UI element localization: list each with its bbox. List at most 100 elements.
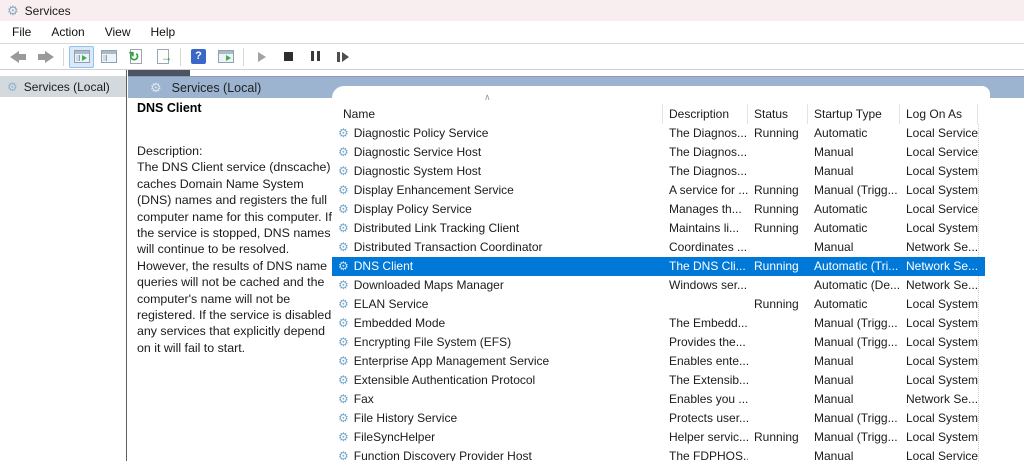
menu-help[interactable]: Help (141, 22, 186, 43)
export-list-button[interactable]: → (150, 46, 175, 68)
console-tree: ⚙ Services (Local) (0, 70, 127, 461)
refresh-button[interactable]: ↻ (123, 46, 148, 68)
service-log-on-as-cell: Local System (900, 333, 978, 352)
service-name: Fax (354, 392, 374, 406)
forward-button[interactable] (33, 46, 58, 68)
table-row[interactable]: ⚙Distributed Transaction CoordinatorCoor… (332, 238, 985, 257)
service-name-cell: ⚙Enterprise App Management Service (332, 352, 663, 371)
show-action-pane-button[interactable] (213, 46, 238, 68)
service-name-cell: ⚙ Fax (332, 390, 663, 409)
toolbar-separator (243, 48, 244, 66)
service-gear-icon: ⚙ (338, 145, 349, 159)
table-row[interactable]: ⚙FaxEnables you ...ManualNetwork Se... (332, 390, 985, 409)
sidebar-item-services-local[interactable]: ⚙ Services (Local) (0, 76, 126, 97)
table-row[interactable]: ⚙Encrypting File System (EFS)Provides th… (332, 333, 985, 352)
service-status-cell (748, 409, 808, 428)
column-header-description[interactable]: Description (663, 104, 748, 124)
service-description-cell: The DNS Cli... (663, 257, 748, 276)
service-name-cell: ⚙ FileSyncHelper (332, 428, 663, 447)
table-row[interactable]: ⚙Distributed Link Tracking ClientMaintai… (332, 219, 985, 238)
service-gear-icon: ⚙ (338, 240, 349, 254)
service-name: DNS Client (354, 259, 413, 273)
restart-service-button[interactable] (330, 46, 355, 68)
restart-icon (337, 50, 349, 64)
service-name-cell: ⚙ELAN Service (332, 295, 663, 314)
column-header-name[interactable]: Name (332, 104, 663, 124)
service-startup-type-cell: Automatic (De... (808, 276, 900, 295)
forward-arrow-icon (37, 51, 54, 63)
service-gear-icon: ⚙ (338, 297, 349, 311)
services-gear-icon: ⚙ (7, 3, 19, 19)
back-button[interactable] (6, 46, 31, 68)
service-status-cell (748, 162, 808, 181)
menubar: FileActionViewHelp (0, 21, 1024, 44)
service-startup-type-cell: Manual (808, 238, 900, 257)
table-row[interactable]: ⚙Display Policy ServiceManages th...Runn… (332, 200, 985, 219)
service-description-cell: The Diagnos... (663, 162, 748, 181)
service-gear-icon: ⚙ (338, 430, 349, 444)
service-name: Diagnostic Service Host (354, 145, 481, 159)
service-startup-type-cell: Manual (808, 143, 900, 162)
table-row[interactable]: ⚙Diagnostic Policy ServiceThe Diagnos...… (332, 124, 985, 143)
column-header-log-on-as[interactable]: Log On As (900, 104, 978, 124)
table-row[interactable]: ⚙Diagnostic Service HostThe Diagnos...Ma… (332, 143, 985, 162)
service-name-cell: ⚙Display Policy Service (332, 200, 663, 219)
sort-ascending-icon: ∧ (484, 92, 491, 103)
service-description-cell: Helper servic... (663, 428, 748, 447)
service-gear-icon: ⚙ (338, 392, 349, 406)
service-startup-type-cell: Manual (Trigg... (808, 409, 900, 428)
service-name-cell: ⚙Display Enhancement Service (332, 181, 663, 200)
service-startup-type-cell: Manual (808, 162, 900, 181)
service-name-cell: ⚙Distributed Transaction Coordinator (332, 238, 663, 257)
properties-button[interactable] (96, 46, 121, 68)
service-gear-icon: ⚙ (338, 221, 349, 235)
table-row[interactable]: ⚙Function Discovery Provider HostThe FDP… (332, 447, 985, 461)
service-name: FileSyncHelper (354, 430, 435, 444)
table-row[interactable]: ⚙ Diagnostic System Host The Diagnos... Man… (332, 162, 985, 181)
table-row[interactable]: ⚙Downloaded Maps ManagerWindows ser...Au… (332, 276, 985, 295)
table-row[interactable]: ⚙FileSyncHelperHelper servic...RunningMa… (332, 428, 985, 447)
toolbar-separator (180, 48, 181, 66)
description-text: The DNS Client service (dnscache) caches… (137, 159, 339, 356)
menu-view[interactable]: View (95, 22, 141, 43)
start-service-button[interactable] (249, 46, 274, 68)
window-title: Services (25, 4, 71, 18)
help-icon: ? (191, 49, 206, 64)
service-log-on-as-cell: Local Service (900, 124, 978, 143)
service-name: Extensible Authentication Protocol (354, 373, 535, 387)
column-header-startup-type[interactable]: Startup Type (808, 104, 900, 124)
table-row[interactable]: ⚙Extensible Authentication ProtocolThe E… (332, 371, 985, 390)
pane-header-label: Services (Local) (172, 81, 262, 95)
stop-service-button[interactable] (276, 46, 301, 68)
service-name-cell: ⚙ Diagnostic Service Host (332, 143, 663, 162)
help-button[interactable]: ? (186, 46, 211, 68)
show-console-tree-button[interactable] (69, 46, 94, 68)
service-startup-type-cell: Automatic (808, 200, 900, 219)
table-row[interactable]: ⚙File History ServiceProtects user...Man… (332, 409, 985, 428)
service-description-cell: Protects user... (663, 409, 748, 428)
service-gear-icon: ⚙ (338, 183, 349, 197)
table-row[interactable]: ⚙ELAN ServiceRunningAutomaticLocal Syste… (332, 295, 985, 314)
service-status-cell: Running (748, 181, 808, 200)
table-row[interactable]: ⚙Embedded ModeThe Embedd...Manual (Trigg… (332, 314, 985, 333)
service-name-cell: ⚙Encrypting File System (EFS) (332, 333, 663, 352)
service-status-cell (748, 143, 808, 162)
service-startup-type-cell: Manual (808, 390, 900, 409)
service-gear-icon: ⚙ (338, 126, 349, 140)
service-name: Distributed Link Tracking Client (354, 221, 519, 235)
menu-file[interactable]: File (2, 22, 41, 43)
service-name: File History Service (354, 411, 457, 425)
table-row[interactable]: ⚙Enterprise App Management ServiceEnable… (332, 352, 985, 371)
column-header-status[interactable]: Status (748, 104, 808, 124)
service-name: Diagnostic System Host (354, 164, 481, 178)
table-row[interactable]: ⚙Display Enhancement ServiceA service fo… (332, 181, 985, 200)
service-gear-icon: ⚙ (338, 164, 349, 178)
pause-icon (310, 50, 322, 64)
services-list-panel: ∧ Name Description Status Startup Type L… (332, 86, 990, 461)
menu-action[interactable]: Action (41, 22, 94, 43)
table-row[interactable]: ⚙DNS ClientThe DNS Cli...RunningAutomati… (332, 257, 985, 276)
service-name-cell: ⚙ Distributed Link Tracking Client (332, 219, 663, 238)
action-pane-icon (218, 50, 234, 63)
pause-service-button[interactable] (303, 46, 328, 68)
service-log-on-as-cell: Local System (900, 314, 978, 333)
